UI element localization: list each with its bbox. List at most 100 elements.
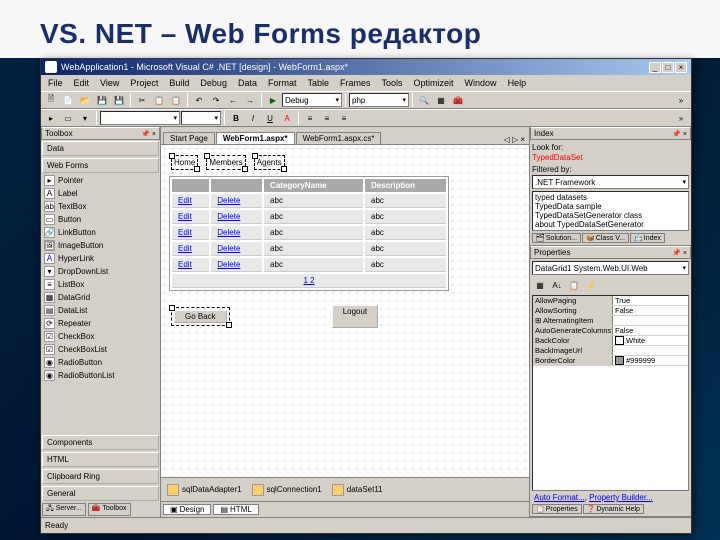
tab-class-view[interactable]: 📦 Class V... xyxy=(582,233,629,243)
delete-link[interactable]: Delete xyxy=(217,228,240,237)
goback-control[interactable]: Go Back xyxy=(171,307,230,326)
toolbox-item-hyperlink[interactable]: AHyperLink xyxy=(41,252,160,265)
find-icon[interactable]: 🔍 xyxy=(416,92,432,108)
tab-index[interactable]: 📇 Index xyxy=(630,233,665,243)
props-icon[interactable]: 📋 xyxy=(566,277,582,293)
menu-table[interactable]: Table xyxy=(302,77,334,89)
delete-link[interactable]: Delete xyxy=(217,244,240,253)
pin-icon[interactable]: 📌 × xyxy=(141,130,156,138)
nav-fwd-icon[interactable]: → xyxy=(242,92,258,108)
edit-link[interactable]: Edit xyxy=(178,196,192,205)
menu-window[interactable]: Window xyxy=(460,77,502,89)
tray-dataset[interactable]: dataSet11 xyxy=(332,484,383,496)
tab-solution-explorer[interactable]: 🗂 Solution... xyxy=(532,233,581,243)
size-combo[interactable] xyxy=(181,111,221,125)
tray-sqldataadapter[interactable]: sqlDataAdapter1 xyxy=(167,484,242,496)
toolbox-item-datalist[interactable]: ▤DataList xyxy=(41,304,160,317)
align-left-icon[interactable]: ≡ xyxy=(302,110,318,126)
menu-tools[interactable]: Tools xyxy=(377,77,408,89)
list-item[interactable]: about TypedDataSetGenerator xyxy=(534,220,687,229)
doctab-nav[interactable]: ◁ ▷ × xyxy=(502,135,527,144)
pin-icon[interactable]: 📌 × xyxy=(672,249,687,257)
save-icon[interactable]: 💾 xyxy=(94,92,110,108)
cut-icon[interactable]: ✂ xyxy=(134,92,150,108)
menu-frames[interactable]: Frames xyxy=(335,77,376,89)
toolbox-cat-components[interactable]: Components xyxy=(42,435,159,450)
filter-combo[interactable]: .NET Framework xyxy=(532,175,689,189)
tab-server-explorer[interactable]: 🖧 Server... xyxy=(42,503,86,516)
tab-toolbox[interactable]: 🧰 Toolbox xyxy=(88,503,131,516)
menu-build[interactable]: Build xyxy=(164,77,194,89)
events-icon[interactable]: ⚡ xyxy=(583,277,599,293)
datagrid[interactable]: CategoryName Description EditDeleteabcab… xyxy=(169,176,449,291)
start-icon[interactable]: ▶ xyxy=(265,92,281,108)
header-link-agents[interactable]: Agents xyxy=(254,155,285,170)
tray-sqlconnection[interactable]: sqlConnection1 xyxy=(252,484,322,496)
delete-link[interactable]: Delete xyxy=(217,212,240,221)
font-combo[interactable] xyxy=(100,111,180,125)
toolbox-item-checkboxlist[interactable]: ☑CheckBoxList xyxy=(41,343,160,356)
menu-view[interactable]: View xyxy=(95,77,124,89)
paste-icon[interactable]: 📋 xyxy=(168,92,184,108)
overflow-icon[interactable]: » xyxy=(673,92,689,108)
list-item[interactable]: typed datasets xyxy=(534,193,687,202)
toolbox-item-datagrid[interactable]: ▦DataGrid xyxy=(41,291,160,304)
toolbox-item-listbox[interactable]: ≡ListBox xyxy=(41,278,160,291)
menu-project[interactable]: Project xyxy=(125,77,163,89)
align-right-icon[interactable]: ≡ xyxy=(336,110,352,126)
pin-icon[interactable]: 📌 × xyxy=(672,130,687,138)
menu-optimizeit[interactable]: Optimizeit xyxy=(409,77,459,89)
toolbox-item-repeater[interactable]: ⟳Repeater xyxy=(41,317,160,330)
menu-help[interactable]: Help xyxy=(503,77,532,89)
properties-grid[interactable]: AllowPagingTrue AllowSortingFalse ⊞ Alte… xyxy=(532,295,689,491)
toolbox-cat-webforms[interactable]: Web Forms xyxy=(42,158,159,173)
list-item[interactable]: TypedDataSetGenerator class xyxy=(534,211,687,220)
copy-icon[interactable]: 📋 xyxy=(151,92,167,108)
toolbox-item-imagebutton[interactable]: 🖼ImageButton xyxy=(41,239,160,252)
toolbox-item-radiobutton[interactable]: ◉RadioButton xyxy=(41,356,160,369)
platform-combo[interactable]: php xyxy=(349,93,409,107)
align-center-icon[interactable]: ≡ xyxy=(319,110,335,126)
viewtab-html[interactable]: ▤ HTML xyxy=(213,504,258,515)
delete-link[interactable]: Delete xyxy=(217,196,240,205)
doctab-webform-aspx[interactable]: WebForm1.aspx* xyxy=(216,132,295,144)
grid-pager[interactable]: 1 2 xyxy=(172,274,446,288)
italic-icon[interactable]: I xyxy=(245,110,261,126)
toolbox-item-radiobuttonlist[interactable]: ◉RadioButtonList xyxy=(41,369,160,382)
toolbox-item-checkbox[interactable]: ☑CheckBox xyxy=(41,330,160,343)
doctab-webform-cs[interactable]: WebForm1.aspx.cs* xyxy=(296,132,382,144)
textbox-icon[interactable]: ▭ xyxy=(60,110,76,126)
design-surface[interactable]: Home Members Agents CategoryName Descrip… xyxy=(161,145,529,477)
toolbox-cat-html[interactable]: HTML xyxy=(42,452,159,467)
header-link-members[interactable]: Members xyxy=(206,155,245,170)
toolbox-cat-data[interactable]: Data xyxy=(42,141,159,156)
toolbox-item-label[interactable]: ALabel xyxy=(41,187,160,200)
close-button[interactable]: × xyxy=(675,62,687,73)
toolbox-item-button[interactable]: ▭Button xyxy=(41,213,160,226)
index-results[interactable]: typed datasets TypedData sample TypedDat… xyxy=(532,191,689,231)
fontcolor-icon[interactable]: A xyxy=(279,110,295,126)
minimize-button[interactable]: _ xyxy=(649,62,661,73)
list-item[interactable]: TypedData sample xyxy=(534,202,687,211)
open-icon[interactable]: 📂 xyxy=(77,92,93,108)
categorize-icon[interactable]: ▦ xyxy=(532,277,548,293)
logout-button[interactable]: Logout xyxy=(332,305,378,328)
bold-icon[interactable]: B xyxy=(228,110,244,126)
alpha-icon[interactable]: A↓ xyxy=(549,277,565,293)
toolbox-icon[interactable]: 🧰 xyxy=(450,92,466,108)
toolbox-item-linkbutton[interactable]: 🔗LinkButton xyxy=(41,226,160,239)
menu-format[interactable]: Format xyxy=(263,77,302,89)
edit-link[interactable]: Edit xyxy=(178,244,192,253)
toolbox-cat-clipboard[interactable]: Clipboard Ring xyxy=(42,469,159,484)
tab-dynamic-help[interactable]: ❓ Dynamic Help xyxy=(583,504,644,514)
overflow2-icon[interactable]: » xyxy=(673,110,689,126)
menu-file[interactable]: File xyxy=(43,77,68,89)
save-all-icon[interactable]: 💾 xyxy=(111,92,127,108)
auto-format-link[interactable]: Auto Format... xyxy=(534,493,585,502)
redo-icon[interactable]: ↷ xyxy=(208,92,224,108)
tab-properties[interactable]: 📋 Properties xyxy=(532,504,582,514)
viewtab-design[interactable]: ▣ Design xyxy=(163,504,211,515)
menu-data[interactable]: Data xyxy=(233,77,262,89)
maximize-button[interactable]: □ xyxy=(662,62,674,73)
lookfor-input[interactable]: TypedDataSet xyxy=(532,153,689,162)
